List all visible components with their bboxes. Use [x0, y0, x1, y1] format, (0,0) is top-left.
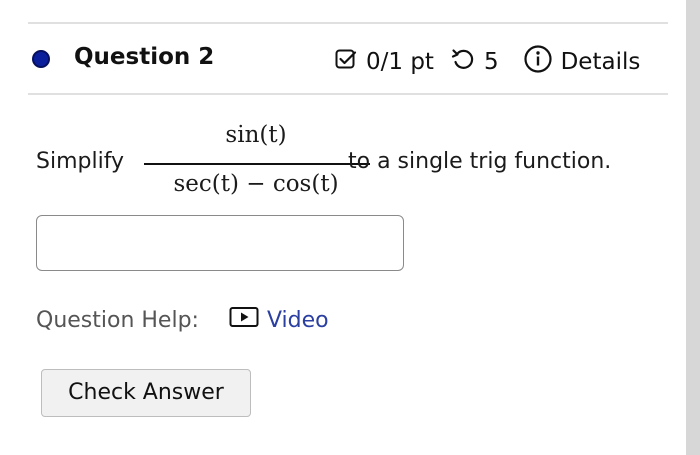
details-link[interactable]: Details: [561, 49, 641, 75]
math-fraction: sin(t) sec(t) − cos(t): [140, 120, 372, 206]
answer-input[interactable]: [36, 215, 404, 271]
top-divider: [28, 22, 668, 24]
video-icon: [229, 305, 259, 335]
scrollbar[interactable]: [686, 0, 700, 455]
question-meta: 0/1 pt 5 Details: [334, 44, 640, 80]
checkbox-score-icon: [334, 47, 358, 77]
video-help-link[interactable]: Video: [229, 305, 329, 335]
question-header: Question 2 0/1 pt 5 Details: [32, 40, 662, 80]
problem-prefix: Simplify: [36, 149, 125, 174]
header-divider: [28, 93, 668, 95]
check-answer-button[interactable]: Check Answer: [41, 369, 251, 417]
question-help-label: Question Help:: [36, 307, 199, 333]
video-link-label[interactable]: Video: [267, 308, 329, 333]
info-icon[interactable]: [523, 44, 553, 80]
attempts-count: 5: [483, 49, 499, 75]
fraction-bar: [144, 163, 370, 165]
question-status-dot: [32, 50, 50, 68]
question-title: Question 2: [74, 44, 215, 70]
question-help: Question Help: Video: [36, 305, 329, 335]
score-text: 0/1 pt: [366, 49, 434, 75]
fraction-numerator: sin(t): [225, 122, 287, 148]
scrollbar-gap: [674, 124, 686, 274]
problem-statement: Simplify sin(t) sec(t) − cos(t) to a sin…: [36, 120, 656, 206]
problem-suffix: to a single trig function.: [348, 149, 612, 174]
fraction-denominator: sec(t) − cos(t): [173, 171, 339, 197]
retry-icon: [450, 46, 476, 78]
